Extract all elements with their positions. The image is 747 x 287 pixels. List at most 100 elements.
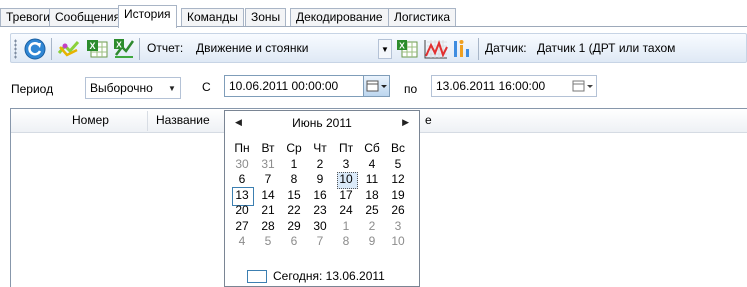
excel-chart-icon[interactable]: X bbox=[395, 37, 419, 61]
calendar-day[interactable]: 8 bbox=[281, 172, 307, 188]
column-header-partial[interactable]: е bbox=[425, 113, 432, 127]
calendar-day-label: 28 bbox=[261, 218, 275, 233]
column-header-name[interactable]: Название bbox=[156, 113, 210, 127]
calendar-day[interactable]: 7 bbox=[307, 234, 333, 250]
calendar-day-label: 7 bbox=[264, 172, 272, 186]
from-date-input[interactable]: 10.06.2011 00:00:00 bbox=[224, 75, 390, 97]
calendar-day[interactable]: 27 bbox=[229, 219, 255, 235]
today-link[interactable]: Сегодня: 13.06.2011 bbox=[247, 268, 385, 284]
calendar-week-row: 27 28 29 30 1 2 3 bbox=[229, 219, 413, 235]
svg-text:X: X bbox=[89, 41, 95, 51]
tab-divider bbox=[0, 26, 747, 27]
calendar-day-label: 30 bbox=[313, 218, 327, 233]
excel-export-icon[interactable]: X bbox=[112, 37, 136, 61]
calendar-day-label: 6 bbox=[290, 234, 298, 248]
calendar-day[interactable]: 5 bbox=[385, 157, 411, 173]
calendar-day[interactable]: 11 bbox=[359, 172, 385, 188]
calendar-day-label: 8 bbox=[342, 234, 350, 248]
to-date-input[interactable]: 13.06.2011 16:00:00 bbox=[431, 75, 597, 97]
calendar-day[interactable]: 24 bbox=[333, 203, 359, 219]
calendar-day[interactable]: 30 bbox=[307, 219, 333, 235]
calendar-day[interactable]: 10 bbox=[333, 172, 359, 189]
tab-decoding[interactable]: Декодирование bbox=[290, 8, 389, 26]
calendar-day[interactable]: 19 bbox=[385, 188, 411, 204]
calendar-day[interactable]: 7 bbox=[255, 172, 281, 188]
calendar-header: ◀ Июнь 2011 ▶ bbox=[225, 115, 419, 133]
period-filter-bar: Период Выборочно ▼ С 10.06.2011 00:00:00… bbox=[0, 63, 747, 107]
calendar-day[interactable]: 5 bbox=[255, 234, 281, 250]
svg-text:X: X bbox=[116, 40, 122, 50]
calendar-day-label: 15 bbox=[287, 187, 301, 202]
chevron-down-icon[interactable]: ▼ bbox=[164, 78, 180, 98]
tab-history[interactable]: История bbox=[118, 5, 177, 28]
graph-icon[interactable] bbox=[423, 37, 449, 61]
calendar-day-label: 4 bbox=[368, 156, 376, 171]
calendar-day[interactable]: 1 bbox=[333, 219, 359, 235]
calendar-day-label: 9 bbox=[368, 234, 376, 248]
calendar-day[interactable]: 22 bbox=[281, 203, 307, 219]
calendar-day-label: 5 bbox=[394, 156, 402, 171]
column-divider[interactable] bbox=[147, 111, 148, 131]
next-month-icon[interactable]: ▶ bbox=[402, 117, 409, 128]
calendar-day-label: 9 bbox=[316, 172, 324, 186]
tab-label: Сообщения bbox=[55, 10, 121, 24]
calendar-day-label: 24 bbox=[339, 203, 353, 217]
tab-commands[interactable]: Команды bbox=[181, 8, 244, 26]
calendar-day[interactable]: 2 bbox=[359, 219, 385, 235]
tab-label: Зоны bbox=[251, 10, 281, 24]
tab-alarms[interactable]: Тревоги bbox=[0, 8, 56, 26]
calendar-day[interactable]: 17 bbox=[333, 188, 359, 204]
calendar-day[interactable]: 13 bbox=[229, 186, 255, 205]
calendar-day[interactable]: 15 bbox=[281, 188, 307, 204]
calendar-day[interactable]: 1 bbox=[281, 157, 307, 173]
excel-table-icon[interactable]: X bbox=[85, 37, 109, 61]
calendar-day-label: 30 bbox=[235, 156, 249, 171]
chevron-down-icon[interactable]: ▼ bbox=[378, 39, 392, 59]
toolbar-grip[interactable] bbox=[14, 39, 17, 59]
calendar-day[interactable]: 4 bbox=[229, 234, 255, 250]
calendar-day[interactable]: 9 bbox=[359, 234, 385, 250]
calendar-day[interactable]: 16 bbox=[307, 188, 333, 204]
calendar-day[interactable]: 25 bbox=[359, 203, 385, 219]
weekday-label: Вс bbox=[390, 141, 405, 155]
calendar-day[interactable]: 29 bbox=[281, 219, 307, 235]
calendar-day[interactable]: 3 bbox=[333, 157, 359, 173]
calendar-day[interactable]: 12 bbox=[385, 172, 411, 188]
calendar-day[interactable]: 20 bbox=[229, 203, 255, 219]
calendar-day[interactable]: 10 bbox=[385, 234, 411, 250]
sensor-bars-icon[interactable] bbox=[451, 37, 475, 61]
calendar-day[interactable]: 18 bbox=[359, 188, 385, 204]
calendar-day[interactable]: 28 bbox=[255, 219, 281, 235]
calendar-day[interactable]: 6 bbox=[281, 234, 307, 250]
calendar-day[interactable]: 2 bbox=[307, 157, 333, 173]
calendar-day-label: 8 bbox=[290, 172, 298, 186]
calendar-day-label: 12 bbox=[391, 172, 405, 186]
calendar-day[interactable]: 26 bbox=[385, 203, 411, 219]
tab-logistics[interactable]: Логистика bbox=[388, 8, 457, 26]
calendar-day[interactable]: 21 bbox=[255, 203, 281, 219]
tab-zones[interactable]: Зоны bbox=[245, 8, 287, 26]
calendar-day[interactable]: 6 bbox=[229, 172, 255, 188]
calendar-day[interactable]: 3 bbox=[385, 219, 411, 235]
tab-label: Логистика bbox=[394, 10, 451, 24]
calendar-day[interactable]: 4 bbox=[359, 157, 385, 173]
tab-label: Декодирование bbox=[296, 10, 383, 24]
calendar-dropdown-icon[interactable] bbox=[363, 76, 389, 96]
refresh-icon[interactable] bbox=[23, 37, 47, 61]
calendar-day-label: 25 bbox=[365, 203, 379, 217]
calendar-day[interactable]: 9 bbox=[307, 172, 333, 188]
calendar-day[interactable]: 8 bbox=[333, 234, 359, 250]
weekday-label: Ср bbox=[286, 141, 302, 155]
route-icon[interactable] bbox=[57, 37, 81, 61]
calendar-day-label: 3 bbox=[342, 156, 350, 171]
calendar-day[interactable]: 30 bbox=[229, 157, 255, 173]
calendar-day[interactable]: 31 bbox=[255, 157, 281, 173]
column-header-number[interactable]: Номер bbox=[72, 113, 109, 127]
sensor-select[interactable]: Датчик 1 (ДРТ или тахом bbox=[532, 37, 747, 59]
calendar-day[interactable]: 14 bbox=[255, 188, 281, 204]
report-select[interactable]: Движение и стоянки bbox=[191, 37, 381, 59]
calendar-dropdown-icon[interactable] bbox=[570, 76, 596, 96]
tab-messages[interactable]: Сообщения bbox=[49, 8, 127, 26]
calendar-day[interactable]: 23 bbox=[307, 203, 333, 219]
period-select[interactable]: Выборочно ▼ bbox=[85, 77, 181, 99]
